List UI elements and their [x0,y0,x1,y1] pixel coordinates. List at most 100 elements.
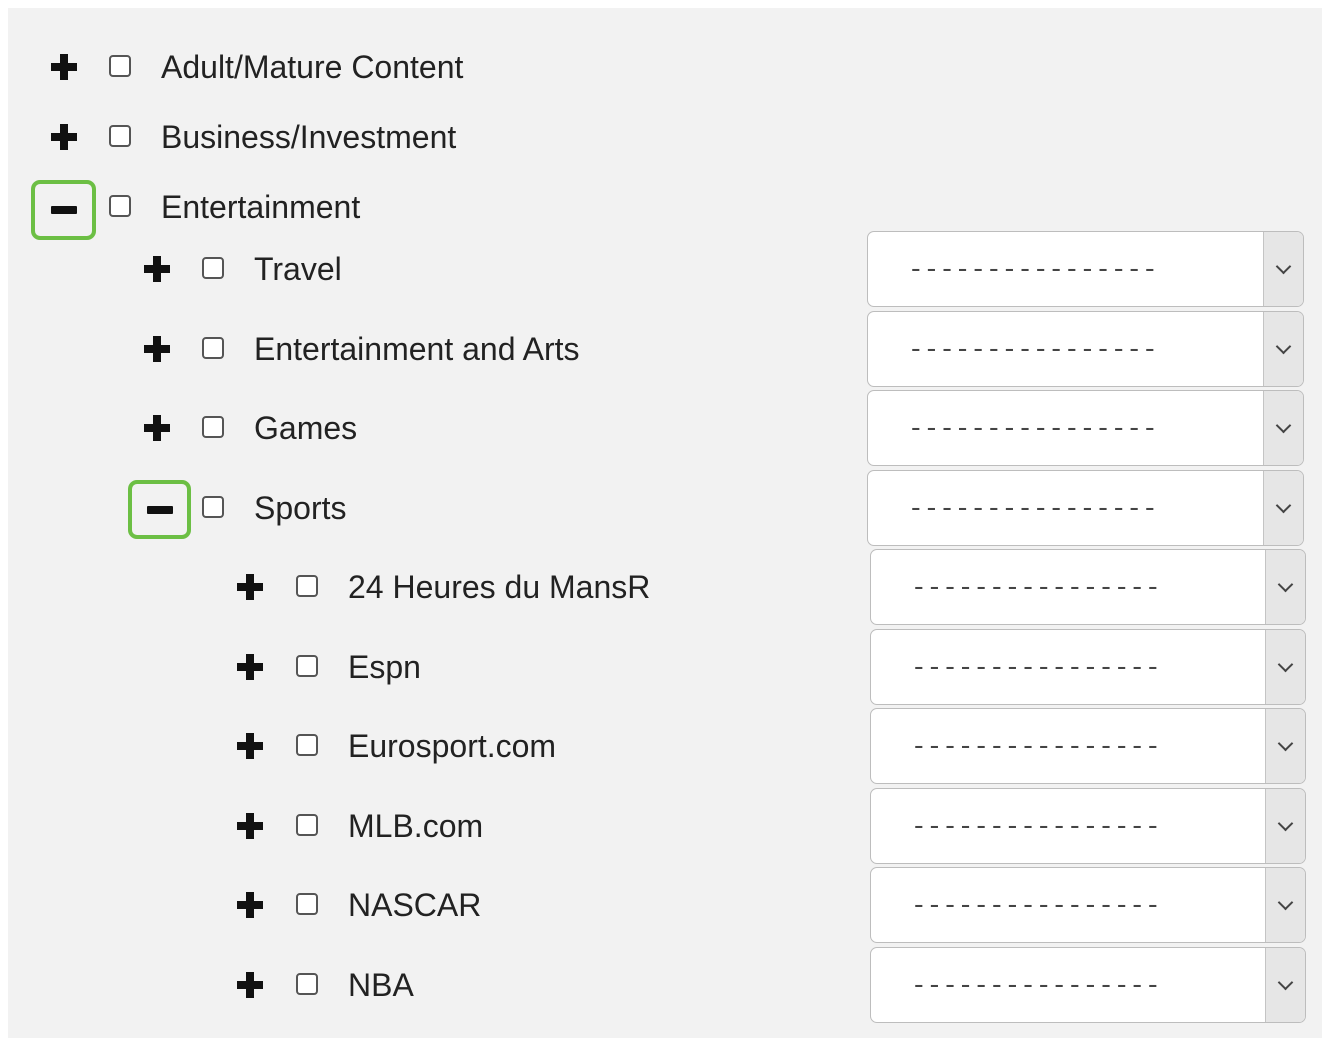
action-select[interactable]: ---------------- [867,470,1304,546]
chevron-down-icon [1277,894,1294,911]
plus-icon [144,256,170,282]
plus-icon [51,124,77,150]
expand-button[interactable] [222,561,278,613]
tree-row-eurosport: Eurosport.com ---------------- [8,708,1322,784]
chevron-down-icon [1275,338,1292,355]
category-checkbox[interactable] [296,893,318,915]
plus-icon [144,336,170,362]
action-select[interactable]: ---------------- [870,629,1306,705]
select-value: ---------------- [908,414,1158,444]
dropdown-arrow[interactable] [1265,709,1305,783]
category-label: MLB.com [348,808,484,844]
expand-button[interactable] [129,323,185,375]
chevron-down-icon [1277,815,1294,832]
action-select[interactable]: ---------------- [870,708,1306,784]
tree-row-espn: Espn ---------------- [8,629,1322,705]
category-label: NASCAR [348,887,482,923]
dropdown-arrow[interactable] [1265,868,1305,942]
expand-button[interactable] [36,41,92,93]
chevron-down-icon [1275,497,1292,514]
plus-icon [237,574,263,600]
expand-button[interactable] [222,959,278,1011]
category-label: Espn [348,649,421,685]
dropdown-arrow[interactable] [1263,312,1303,386]
category-label: NBA [348,967,414,1003]
collapse-button[interactable] [31,180,96,240]
tree-row-games: Games ---------------- [8,390,1322,466]
collapse-button[interactable] [128,480,191,539]
action-select[interactable]: ---------------- [870,947,1306,1023]
action-select[interactable]: ---------------- [867,390,1304,466]
dropdown-arrow[interactable] [1265,948,1305,1022]
plus-icon [144,415,170,441]
category-label: Sports [254,490,347,526]
category-tree-panel: Adult/Mature Content Business/Investment… [8,8,1322,1038]
select-value: ---------------- [911,891,1161,921]
tree-row-nba: NBA ---------------- [8,947,1322,1023]
plus-icon [237,972,263,998]
chevron-down-icon [1277,576,1294,593]
category-checkbox[interactable] [296,973,318,995]
select-value: ---------------- [911,732,1161,762]
plus-icon [237,813,263,839]
chevron-down-icon [1275,417,1292,434]
select-value: ---------------- [911,653,1161,683]
action-select[interactable]: ---------------- [870,788,1306,864]
dropdown-arrow[interactable] [1265,630,1305,704]
expand-button[interactable] [222,641,278,693]
expand-button[interactable] [222,720,278,772]
tree-row-adult-mature-content: Adult/Mature Content [8,47,1322,87]
expand-button[interactable] [222,879,278,931]
plus-icon [51,54,77,80]
chevron-down-icon [1275,258,1292,275]
tree-row-travel: Travel ---------------- [8,231,1322,307]
chevron-down-icon [1277,974,1294,991]
expand-button[interactable] [129,243,185,295]
tree-row-business-investment: Business/Investment [8,117,1322,157]
category-label: Entertainment and Arts [254,331,580,367]
expand-button[interactable] [129,402,185,454]
expand-button[interactable] [222,800,278,852]
category-checkbox[interactable] [109,55,131,77]
chevron-down-icon [1277,735,1294,752]
category-checkbox[interactable] [202,496,224,518]
select-value: ---------------- [908,255,1158,285]
category-label: Adult/Mature Content [161,49,464,85]
category-checkbox[interactable] [109,125,131,147]
tree-row-entertainment: Entertainment [8,180,1322,240]
category-checkbox[interactable] [202,337,224,359]
category-label: Eurosport.com [348,728,557,764]
tree-row-sports: Sports ---------------- [8,470,1322,546]
dropdown-arrow[interactable] [1265,550,1305,624]
dropdown-arrow[interactable] [1263,391,1303,465]
select-value: ---------------- [908,494,1158,524]
category-label: Travel [254,251,342,287]
category-checkbox[interactable] [296,575,318,597]
tree-row-mlb: MLB.com ---------------- [8,788,1322,864]
action-select[interactable]: ---------------- [870,867,1306,943]
plus-icon [237,654,263,680]
expand-button[interactable] [36,111,92,163]
select-value: ---------------- [908,335,1158,365]
category-checkbox[interactable] [202,257,224,279]
tree-row-24-heures-du-mans: 24 Heures du MansR ---------------- [8,549,1322,625]
minus-icon [146,497,173,523]
category-checkbox[interactable] [296,655,318,677]
dropdown-arrow[interactable] [1265,789,1305,863]
dropdown-arrow[interactable] [1263,471,1303,545]
category-checkbox[interactable] [296,814,318,836]
action-select[interactable]: ---------------- [870,549,1306,625]
chevron-down-icon [1277,656,1294,673]
action-select[interactable]: ---------------- [867,231,1304,307]
category-checkbox[interactable] [202,416,224,438]
category-label: Entertainment [161,189,361,225]
category-checkbox[interactable] [109,195,131,217]
action-select[interactable]: ---------------- [867,311,1304,387]
category-label: Business/Investment [161,119,457,155]
select-value: ---------------- [911,971,1161,1001]
tree-row-nascar: NASCAR ---------------- [8,867,1322,943]
plus-icon [237,892,263,918]
dropdown-arrow[interactable] [1263,232,1303,306]
category-checkbox[interactable] [296,734,318,756]
minus-icon [50,197,77,223]
